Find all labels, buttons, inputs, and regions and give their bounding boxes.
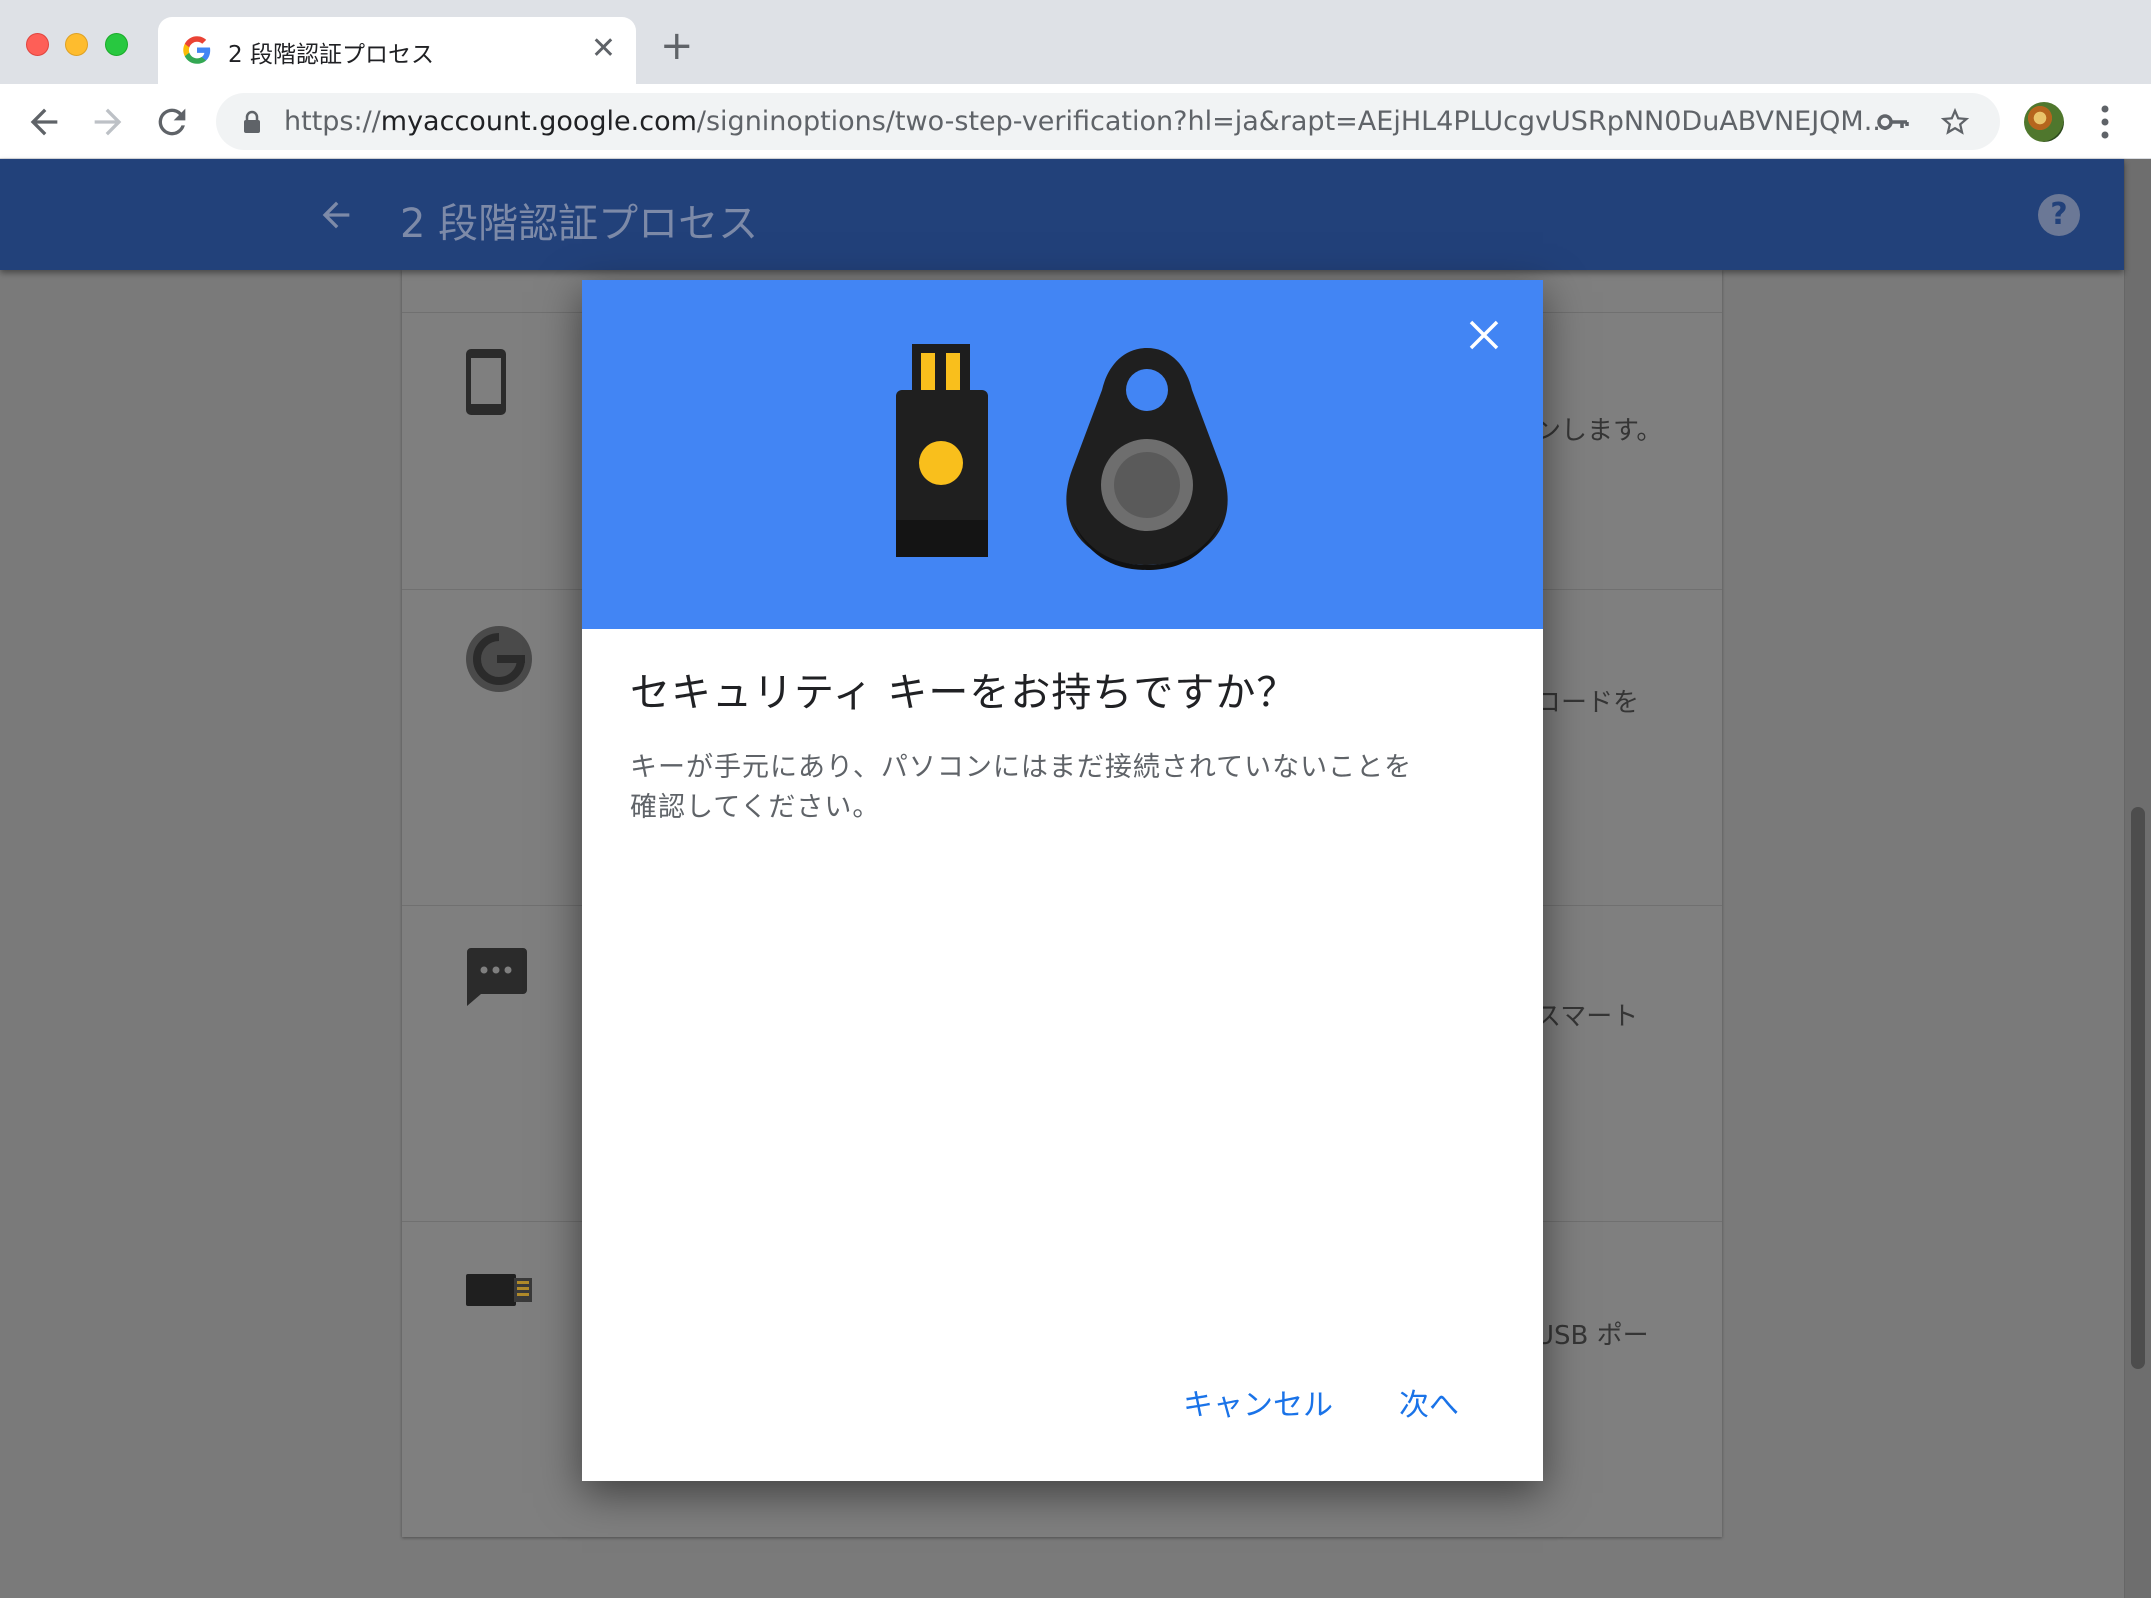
url-text: https://myaccount.google.com/signinoptio… [284, 106, 1889, 137]
security-keys-illustration [896, 344, 1228, 570]
tab-title: 2 段階認証プロセス [228, 42, 434, 68]
list-item-text: ンします。 [1535, 416, 1663, 446]
dialog-close-icon[interactable] [1467, 318, 1501, 352]
app-bar: 2 段階認証プロセス ? [0, 159, 2124, 270]
browser-toolbar: https://myaccount.google.com/signinoptio… [0, 84, 2151, 159]
scrollbar-thumb[interactable] [2131, 807, 2145, 1369]
list-item-text: USB ポー [1535, 1321, 1649, 1351]
forward-arrow-icon[interactable] [88, 102, 128, 142]
dialog-title: セキュリティ キーをお持ちですか？ [630, 670, 1298, 716]
list-item-text: スマート [1535, 1002, 1639, 1032]
dialog-hero-banner [582, 280, 1543, 629]
password-key-icon[interactable] [1876, 107, 1910, 137]
url-host: myaccount.google.com [380, 106, 697, 137]
authenticator-icon [466, 626, 532, 692]
security-key-dialog: セキュリティ キーをお持ちですか？ キーが手元にあり、パソコンにはまだ接続されて… [582, 280, 1543, 1481]
browser-tab-active[interactable]: 2 段階認証プロセス ✕ [158, 17, 636, 84]
address-bar[interactable]: https://myaccount.google.com/signinoptio… [216, 93, 2000, 150]
tab-close-icon[interactable]: ✕ [591, 34, 616, 64]
bookmark-star-icon[interactable] [1938, 105, 1972, 139]
page-title: 2 段階認証プロセス [400, 201, 759, 247]
help-icon[interactable]: ? [2038, 194, 2080, 236]
page-scrollbar[interactable] [2124, 159, 2151, 1598]
phone-icon [466, 349, 506, 415]
google-favicon-icon [183, 36, 211, 64]
profile-avatar[interactable] [2024, 102, 2064, 142]
browser-tab-strip: 2 段階認証プロセス ✕ + [0, 0, 2151, 84]
lock-icon[interactable] [242, 110, 262, 134]
url-path: /signinoptions/two-step-verification?hl=… [696, 106, 1890, 137]
window-close-button[interactable] [26, 33, 49, 56]
new-tab-button[interactable]: + [660, 26, 694, 66]
more-menu-icon[interactable] [2100, 104, 2110, 140]
dialog-body-line: 確認してください。 [630, 792, 881, 823]
back-arrow-icon[interactable] [24, 102, 64, 142]
window-zoom-button[interactable] [105, 33, 128, 56]
url-scheme: https:// [284, 106, 381, 137]
window-minimize-button[interactable] [65, 33, 88, 56]
next-button[interactable]: 次へ [1399, 1380, 1459, 1424]
sms-icon [467, 948, 527, 1006]
list-item-text: コードを [1535, 688, 1640, 718]
cancel-button[interactable]: キャンセル [1183, 1380, 1333, 1424]
back-arrow-icon[interactable] [316, 195, 356, 235]
dialog-body-line: キーが手元にあり、パソコンにはまだ接続されていないことを [630, 752, 1413, 783]
dialog-body: キーが手元にあり、パソコンにはまだ接続されていないことを 確認してください。 [630, 748, 1500, 828]
usb-key-icon [466, 1274, 532, 1306]
reload-icon[interactable] [152, 102, 192, 142]
